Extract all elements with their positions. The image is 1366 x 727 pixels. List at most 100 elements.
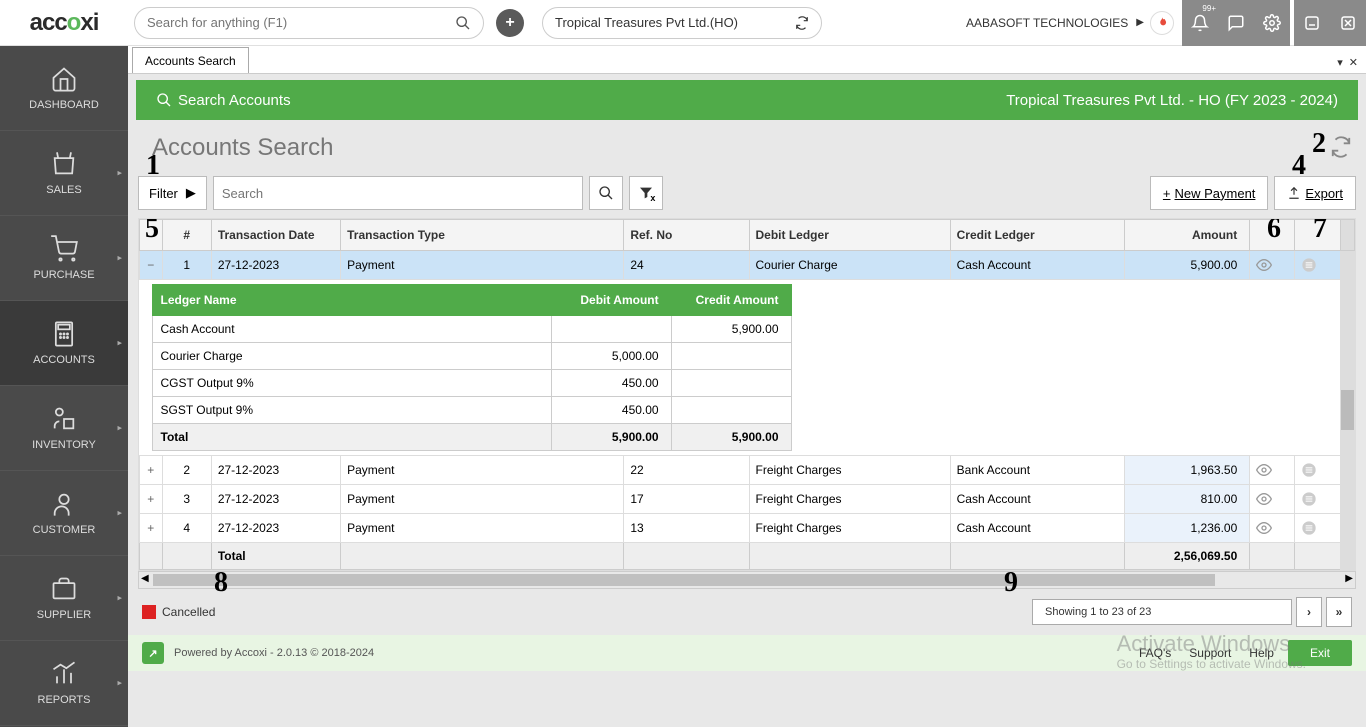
search-button[interactable] <box>589 176 623 210</box>
bag-icon <box>50 150 78 178</box>
export-button[interactable]: Export <box>1274 176 1356 210</box>
tab-close-icon[interactable]: ✕ <box>1349 56 1358 69</box>
filter-button[interactable]: Filter ▶ <box>138 176 207 210</box>
cell-debit: Courier Charge <box>749 251 950 280</box>
menu-icon[interactable] <box>1295 485 1340 514</box>
chat-button[interactable] <box>1218 0 1254 46</box>
expand-icon[interactable]: + <box>140 514 163 543</box>
search-icon[interactable] <box>455 15 471 31</box>
pager-info: Showing 1 to 23 of 23 <box>1032 599 1292 625</box>
sidebar-item-inventory[interactable]: INVENTORY ▸ <box>0 386 128 471</box>
page-header-title: Search Accounts <box>178 92 291 109</box>
ledger-total-row: Total5,900.005,900.00 <box>152 424 791 451</box>
view-icon[interactable] <box>1250 251 1295 280</box>
col-date[interactable]: Transaction Date <box>211 220 340 251</box>
expand-icon[interactable]: + <box>140 456 163 485</box>
chevron-right-icon: ▸ <box>117 678 122 689</box>
search-icon <box>156 92 172 108</box>
sidebar-item-label: REPORTS <box>38 694 91 706</box>
sidebar-item-label: INVENTORY <box>32 439 96 451</box>
ledger-row: CGST Output 9%450.00 <box>152 370 791 397</box>
exit-button[interactable]: Exit <box>1288 640 1352 666</box>
notifications-button[interactable]: 99+ <box>1182 0 1218 46</box>
table-row[interactable]: + 3 27-12-2023Payment 17Freight Charges … <box>140 485 1355 514</box>
subcol-credit: Credit Amount <box>671 285 791 316</box>
close-button[interactable] <box>1330 0 1366 46</box>
help-link[interactable]: Help <box>1249 646 1274 660</box>
cell-amount: 5,900.00 <box>1125 251 1250 280</box>
menu-icon[interactable] <box>1295 456 1340 485</box>
col-num[interactable]: # <box>162 220 211 251</box>
col-amount[interactable]: Amount <box>1125 220 1250 251</box>
export-icon <box>1287 186 1301 200</box>
col-ref[interactable]: Ref. No <box>624 220 749 251</box>
export-label: Export <box>1305 186 1343 201</box>
cancelled-swatch <box>142 605 156 619</box>
view-icon[interactable] <box>1250 456 1295 485</box>
clear-filter-button[interactable]: x <box>629 176 663 210</box>
global-search-input[interactable] <box>147 15 455 30</box>
org-name[interactable]: AABASOFT TECHNOLOGIES <box>966 16 1128 30</box>
chevron-right-icon: ▸ <box>117 593 122 604</box>
sidebar: DASHBOARD SALES ▸ PURCHASE ▸ ACCOUNTS ▸ … <box>0 46 128 727</box>
powered-by: Powered by Accoxi - 2.0.13 © 2018-2024 <box>174 647 374 659</box>
cell-type: Payment <box>341 251 624 280</box>
settings-button[interactable] <box>1254 0 1290 46</box>
tab-dropdown-icon[interactable]: ▾ <box>1337 56 1343 69</box>
support-link[interactable]: Support <box>1189 646 1231 660</box>
filter-label: Filter <box>149 186 178 201</box>
col-credit[interactable]: Credit Ledger <box>950 220 1124 251</box>
collapse-icon[interactable]: − <box>140 251 163 280</box>
table-row[interactable]: + 2 27-12-2023Payment 22Freight Charges … <box>140 456 1355 485</box>
table-row[interactable]: + 4 27-12-2023Payment 13Freight Charges … <box>140 514 1355 543</box>
subcol-name: Ledger Name <box>152 285 551 316</box>
view-icon[interactable] <box>1250 514 1295 543</box>
new-payment-button[interactable]: + New Payment <box>1150 176 1269 210</box>
flame-icon[interactable] <box>1150 11 1174 35</box>
sidebar-item-reports[interactable]: REPORTS ▸ <box>0 641 128 726</box>
menu-icon[interactable] <box>1295 251 1340 280</box>
company-selector[interactable]: Tropical Treasures Pvt Ltd.(HO) <box>542 7 822 39</box>
app-logo: accoxi <box>0 0 128 46</box>
chevron-right-icon: ▶ <box>1136 17 1144 28</box>
add-button[interactable]: + <box>496 9 524 37</box>
global-search[interactable] <box>134 7 484 39</box>
sync-icon[interactable] <box>795 16 809 30</box>
sidebar-item-sales[interactable]: SALES ▸ <box>0 131 128 216</box>
menu-icon[interactable] <box>1295 514 1340 543</box>
sidebar-item-accounts[interactable]: ACCOUNTS ▸ <box>0 301 128 386</box>
sidebar-item-label: SALES <box>46 184 81 196</box>
horizontal-scrollbar[interactable]: ◀ ▶ <box>138 571 1356 589</box>
view-icon[interactable] <box>1250 485 1295 514</box>
grid-search-input[interactable] <box>214 186 582 201</box>
grid-search[interactable] <box>213 176 583 210</box>
sidebar-item-label: CUSTOMER <box>33 524 96 536</box>
scrollbar-thumb[interactable] <box>153 574 1215 586</box>
toolbar: 1 Filter ▶ x 3 + New Payment 4 <box>128 170 1366 216</box>
sidebar-item-dashboard[interactable]: DASHBOARD <box>0 46 128 131</box>
chevron-right-icon: ▸ <box>117 253 122 264</box>
chart-icon <box>50 660 78 688</box>
refresh-icon[interactable] <box>1330 136 1352 158</box>
cart-icon <box>50 235 78 263</box>
col-debit[interactable]: Debit Ledger <box>749 220 950 251</box>
col-type[interactable]: Transaction Type <box>341 220 624 251</box>
footer: ↗ Powered by Accoxi - 2.0.13 © 2018-2024… <box>128 635 1366 671</box>
next-page-button[interactable]: › <box>1296 597 1322 627</box>
grid-total-row: Total 2,56,069.50 <box>140 543 1355 570</box>
sidebar-item-purchase[interactable]: PURCHASE ▸ <box>0 216 128 301</box>
sidebar-item-label: PURCHASE <box>33 269 94 281</box>
cell-num: 1 <box>162 251 211 280</box>
last-page-button[interactable]: » <box>1326 597 1352 627</box>
sidebar-item-supplier[interactable]: SUPPLIER ▸ <box>0 556 128 641</box>
sidebar-item-customer[interactable]: CUSTOMER ▸ <box>0 471 128 556</box>
table-row[interactable]: − 1 27-12-2023 Payment 24 Courier Charge… <box>140 251 1355 280</box>
plus-icon: + <box>1163 186 1171 201</box>
grid-header-row: # Transaction Date Transaction Type Ref.… <box>140 220 1355 251</box>
minimize-button[interactable] <box>1294 0 1330 46</box>
expand-icon[interactable]: + <box>140 485 163 514</box>
notif-badge: 99+ <box>1202 4 1216 13</box>
chevron-right-icon: ▸ <box>117 423 122 434</box>
tab-accounts-search[interactable]: Accounts Search <box>132 47 249 73</box>
faq-link[interactable]: FAQ's <box>1139 646 1171 660</box>
